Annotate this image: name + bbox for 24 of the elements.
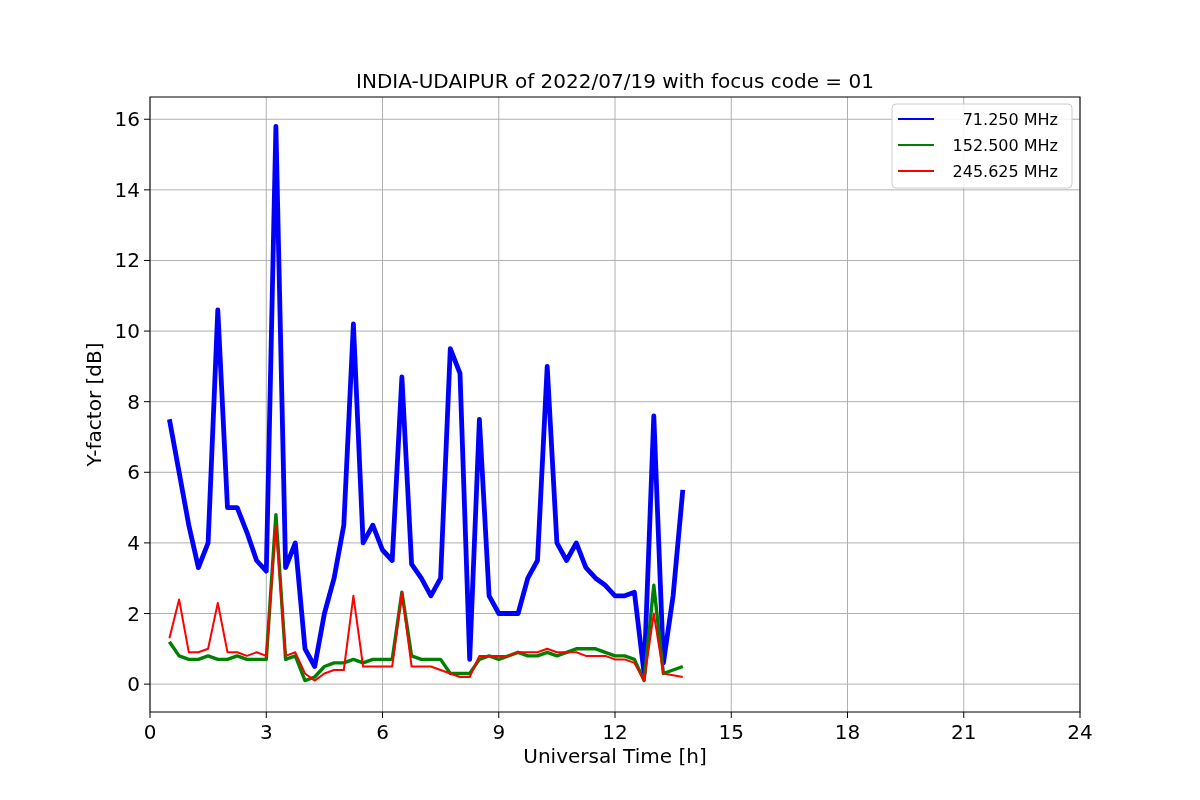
tick-label: 0 xyxy=(143,720,157,744)
tick-label: 15 xyxy=(718,720,744,744)
tick-label: 10 xyxy=(114,319,140,344)
tick-label: 0 xyxy=(127,672,140,697)
legend-label: 71.250 MHz xyxy=(962,110,1058,129)
tick-label: 12 xyxy=(602,720,628,744)
tick-label: 9 xyxy=(492,720,506,744)
legend-label: 245.625 MHz xyxy=(952,162,1058,181)
tick-label: 14 xyxy=(114,177,140,202)
tick-label: 6 xyxy=(127,460,140,485)
tick-label: 3 xyxy=(259,720,273,744)
tick-label: 21 xyxy=(951,720,977,744)
tick-label: 16 xyxy=(114,107,140,132)
tick-label: 18 xyxy=(834,720,861,744)
tick-label: 4 xyxy=(127,530,140,555)
tick-label: 24 xyxy=(1067,720,1093,744)
x-axis-label: Universal Time [h] xyxy=(523,744,707,768)
legend-label: 152.500 MHz xyxy=(952,136,1058,155)
tick-label: 2 xyxy=(127,601,140,626)
tick-label: 8 xyxy=(127,389,140,414)
chart-title: INDIA-UDAIPUR of 2022/07/19 with focus code = 01 xyxy=(356,69,874,93)
y-axis-label: Y-factor [dB] xyxy=(82,342,106,467)
tick-label: 12 xyxy=(114,248,140,273)
tick-label: 6 xyxy=(376,720,389,744)
